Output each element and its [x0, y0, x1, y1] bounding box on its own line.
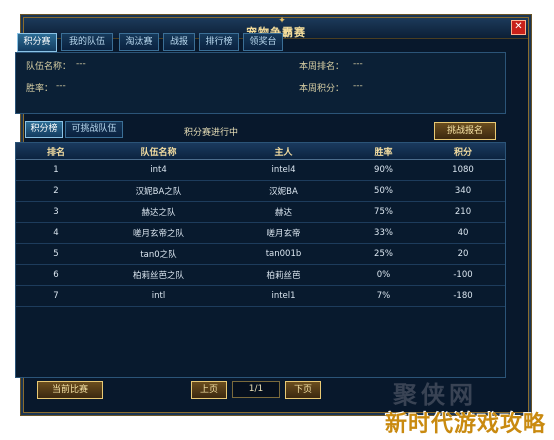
- cell-win-rate: 90%: [346, 159, 421, 181]
- header-points: 积分: [421, 143, 505, 160]
- page-indicator: 1/1: [232, 381, 280, 398]
- next-page-button[interactable]: 下页: [285, 381, 321, 399]
- cell-win-rate: 0%: [346, 264, 421, 286]
- team-info-panel: 队伍名称： --- 本周排名： --- 胜率： --- 本周积分： ---: [15, 52, 506, 114]
- header-team-name: 队伍名称: [96, 143, 221, 160]
- weekly-rank-value: ---: [353, 59, 363, 69]
- table-row[interactable]: 2 汉妮BA之队 汉妮BA 50% 340: [16, 180, 505, 202]
- cell-points: -180: [421, 285, 505, 307]
- cell-owner: 汉妮BA: [221, 180, 346, 202]
- tab-challengeable-teams[interactable]: 可挑战队伍: [65, 121, 123, 138]
- cell-team-name: 汉妮BA之队: [96, 180, 221, 202]
- cell-points: 210: [421, 201, 505, 223]
- cell-owner: 柏莉丝芭: [221, 264, 346, 286]
- cell-team-name: 赫达之队: [96, 201, 221, 223]
- cell-rank: 7: [16, 285, 96, 307]
- cell-rank: 6: [16, 264, 96, 286]
- table-row[interactable]: 5 tan0之队 tan001b 25% 20: [16, 243, 505, 265]
- cell-win-rate: 7%: [346, 285, 421, 307]
- cell-team-name: intl: [96, 285, 221, 307]
- current-match-button[interactable]: 当前比赛: [37, 381, 103, 399]
- weekly-points-value: ---: [353, 81, 363, 91]
- cell-points: 20: [421, 243, 505, 265]
- win-rate-label: 胜率：: [26, 84, 54, 94]
- tab-battle-report[interactable]: 战报: [163, 33, 195, 51]
- close-button[interactable]: ✕: [511, 20, 526, 35]
- standings-table: 排名 队伍名称 主人 胜率 积分 1 int4 intel4 90% 1080 …: [15, 142, 506, 378]
- table-header-row: 排名 队伍名称 主人 胜率 积分: [16, 143, 505, 160]
- faint-watermark: 聚侠网: [393, 381, 477, 409]
- weekly-rank-label: 本周排名：: [299, 62, 345, 72]
- header-rank: 排名: [16, 143, 96, 160]
- header-win-rate: 胜率: [346, 143, 421, 160]
- cell-points: 40: [421, 222, 505, 244]
- cell-win-rate: 50%: [346, 180, 421, 202]
- cell-team-name: tan0之队: [96, 243, 221, 265]
- tab-knockout[interactable]: 淘汰赛: [119, 33, 159, 51]
- cell-rank: 1: [16, 159, 96, 181]
- table-row[interactable]: 3 赫达之队 赫达 75% 210: [16, 201, 505, 223]
- tab-points-board[interactable]: 积分榜: [25, 121, 63, 138]
- challenge-signup-button[interactable]: 挑战报名: [434, 122, 496, 140]
- cell-rank: 3: [16, 201, 96, 223]
- cell-team-name: int4: [96, 159, 221, 181]
- match-status-text: 积分赛进行中: [184, 128, 239, 138]
- tab-leaderboard[interactable]: 排行榜: [199, 33, 239, 51]
- cell-owner: tan001b: [221, 243, 346, 265]
- cell-points: 340: [421, 180, 505, 202]
- cell-win-rate: 25%: [346, 243, 421, 265]
- header-owner: 主人: [221, 143, 346, 160]
- site-watermark: 新时代游戏攻略: [384, 412, 546, 437]
- cell-points: 1080: [421, 159, 505, 181]
- table-row[interactable]: 6 柏莉丝芭之队 柏莉丝芭 0% -100: [16, 264, 505, 286]
- cell-rank: 5: [16, 243, 96, 265]
- cell-owner: 嗟月玄帝: [221, 222, 346, 244]
- tab-my-team[interactable]: 我的队伍: [61, 33, 113, 51]
- cell-owner: intel1: [221, 285, 346, 307]
- cell-win-rate: 33%: [346, 222, 421, 244]
- tab-podium[interactable]: 领奖台: [243, 33, 283, 51]
- cell-points: -100: [421, 264, 505, 286]
- team-name-label: 队伍名称：: [26, 62, 72, 72]
- cell-rank: 4: [16, 222, 96, 244]
- table-row[interactable]: 4 嗟月玄帝之队 嗟月玄帝 33% 40: [16, 222, 505, 244]
- cell-win-rate: 75%: [346, 201, 421, 223]
- team-name-value: ---: [76, 59, 86, 69]
- prev-page-button[interactable]: 上页: [191, 381, 227, 399]
- tab-points-match[interactable]: 积分赛: [17, 33, 57, 52]
- cell-team-name: 柏莉丝芭之队: [96, 264, 221, 286]
- table-row[interactable]: 7 intl intel1 7% -180: [16, 285, 505, 307]
- cell-owner: intel4: [221, 159, 346, 181]
- cell-rank: 2: [16, 180, 96, 202]
- cell-team-name: 嗟月玄帝之队: [96, 222, 221, 244]
- win-rate-value: ---: [56, 81, 66, 91]
- cell-owner: 赫达: [221, 201, 346, 223]
- table-row[interactable]: 1 int4 intel4 90% 1080: [16, 159, 505, 181]
- weekly-points-label: 本周积分：: [299, 84, 345, 94]
